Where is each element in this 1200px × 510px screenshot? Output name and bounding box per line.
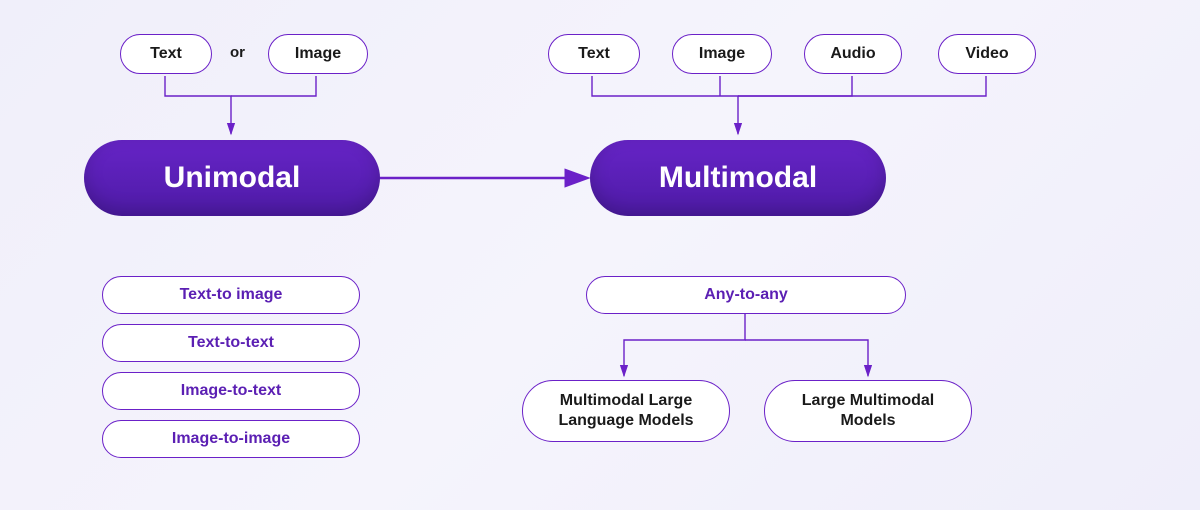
label: Unimodal (164, 161, 301, 195)
label: Multimodal Large Language Models (551, 391, 701, 431)
unimodal-capability-2: Image-to-text (102, 372, 360, 410)
diagram-canvas: Text or Image Text Image Audio Video Uni… (0, 0, 1200, 510)
unimodal-or-label: or (230, 44, 245, 61)
label: Image (295, 45, 341, 62)
label: Text-to image (180, 286, 283, 303)
label: Large Multimodal Models (793, 391, 943, 431)
multimodal-model-left: Multimodal Large Language Models (522, 380, 730, 442)
label: Text (150, 45, 182, 62)
unimodal-capability-0: Text-to image (102, 276, 360, 314)
multimodal-input-audio: Audio (804, 34, 902, 74)
label: Image-to-text (181, 382, 281, 399)
multimodal-capability-any: Any-to-any (586, 276, 906, 314)
label: Image (699, 45, 745, 62)
multimodal-input-image: Image (672, 34, 772, 74)
label: Image-to-image (172, 430, 290, 447)
unimodal-capability-3: Image-to-image (102, 420, 360, 458)
multimodal-input-video: Video (938, 34, 1036, 74)
label: Text-to-text (188, 334, 274, 351)
label: Audio (830, 45, 875, 62)
unimodal-input-image: Image (268, 34, 368, 74)
label: Multimodal (659, 161, 817, 195)
label: Text (578, 45, 610, 62)
multimodal-hero: Multimodal (590, 140, 886, 216)
unimodal-hero: Unimodal (84, 140, 380, 216)
unimodal-input-text: Text (120, 34, 212, 74)
label: Any-to-any (704, 286, 788, 303)
unimodal-capability-1: Text-to-text (102, 324, 360, 362)
label: Video (965, 45, 1008, 62)
multimodal-model-right: Large Multimodal Models (764, 380, 972, 442)
multimodal-input-text: Text (548, 34, 640, 74)
